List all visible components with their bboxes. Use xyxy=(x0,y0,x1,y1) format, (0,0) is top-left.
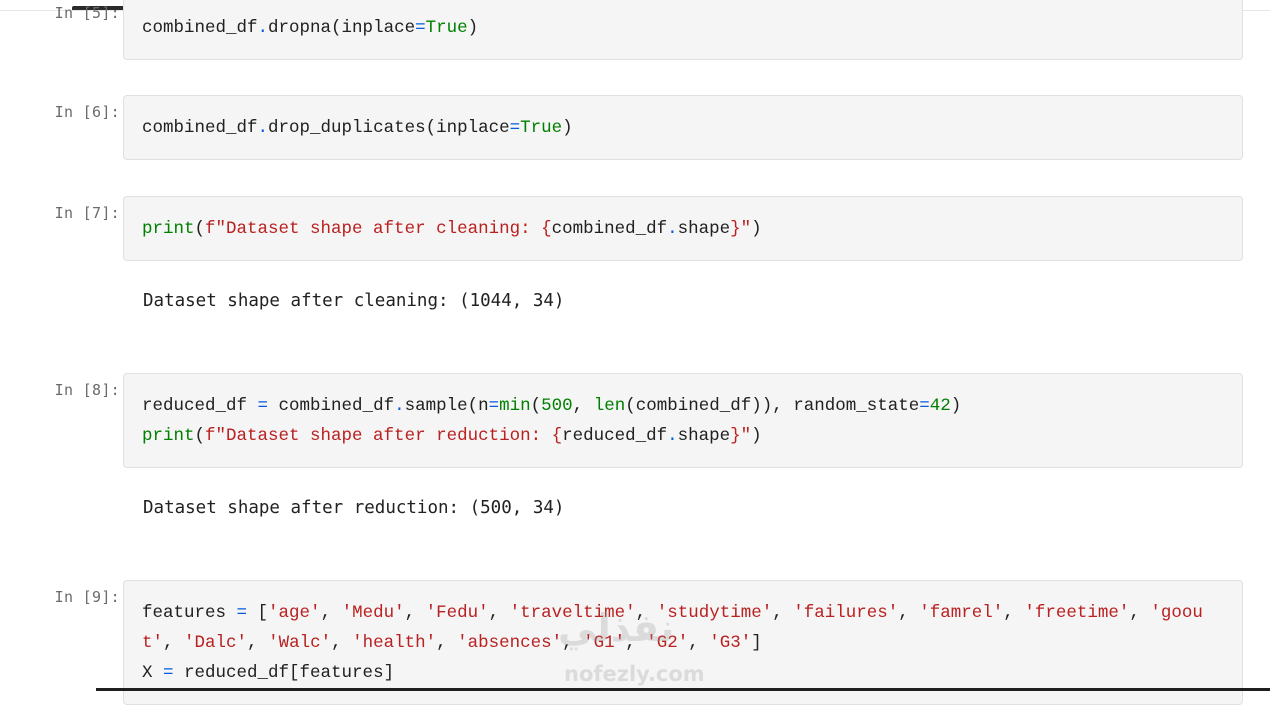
code-token: }" xyxy=(730,219,752,239)
code-token: = xyxy=(919,396,930,416)
code-token: , xyxy=(436,633,458,653)
code-token: combined_df xyxy=(142,118,258,138)
code-token: = xyxy=(488,396,500,416)
code-token: , xyxy=(1003,603,1025,623)
code-block[interactable]: features = ['age', 'Medu', 'Fedu', 'trav… xyxy=(142,598,1203,688)
code-token: = xyxy=(163,663,174,683)
code-token: ] xyxy=(751,633,762,653)
code-cell[interactable]: features = ['age', 'Medu', 'Fedu', 'trav… xyxy=(123,580,1243,705)
code-token: reduced_df[features] xyxy=(173,663,395,683)
code-token: 'goou xyxy=(1150,603,1203,623)
code-token: len xyxy=(593,396,626,416)
code-token: True xyxy=(425,18,468,38)
code-token: X xyxy=(142,663,164,683)
cell-prompt: In [6]: xyxy=(54,103,120,121)
code-token: ) xyxy=(467,18,479,38)
code-token: ) xyxy=(950,396,962,416)
code-token: , xyxy=(625,633,647,653)
code-token: 'studytime' xyxy=(656,603,773,623)
code-token: min xyxy=(499,396,531,416)
code-block[interactable]: combined_df.dropna(inplace=True) xyxy=(142,13,478,43)
code-token: ( xyxy=(194,426,206,446)
code-token: ) xyxy=(751,219,762,239)
code-token: . xyxy=(257,18,269,38)
code-token: , xyxy=(404,603,426,623)
code-token: reduced_df xyxy=(142,396,258,416)
cell-output: Dataset shape after cleaning: (1044, 34) xyxy=(143,291,565,311)
code-token: 500 xyxy=(541,396,573,416)
code-token: 'G2' xyxy=(646,633,689,653)
code-token: ) xyxy=(751,426,762,446)
code-token: . xyxy=(667,219,678,239)
code-token: t' xyxy=(142,633,164,653)
code-token: , xyxy=(635,603,657,623)
code-token: , xyxy=(898,603,920,623)
code-token: , xyxy=(688,633,710,653)
code-token: 'traveltime' xyxy=(509,603,636,623)
code-token: [ xyxy=(247,603,269,623)
code-token: . xyxy=(667,426,678,446)
code-block[interactable]: print(f"Dataset shape after cleaning: {c… xyxy=(142,214,762,244)
code-token: , xyxy=(247,633,269,653)
cell-prompt: In [8]: xyxy=(54,381,120,399)
code-token: reduced_df xyxy=(562,426,668,446)
cell-prompt: In [5]: xyxy=(54,4,120,22)
cell-prompt: In [7]: xyxy=(54,204,120,222)
code-token: ) xyxy=(562,118,573,138)
code-token: , xyxy=(163,633,185,653)
code-token: ( xyxy=(530,396,542,416)
code-token: f"Dataset shape after cleaning: { xyxy=(205,219,552,239)
code-cell[interactable]: reduced_df = combined_df.sample(n=min(50… xyxy=(123,373,1243,468)
code-token: , xyxy=(488,603,510,623)
code-token: , xyxy=(1129,603,1151,623)
code-token: combined_df xyxy=(551,219,668,239)
code-token: 'absences' xyxy=(457,633,563,653)
code-token: 'G1' xyxy=(583,633,626,653)
code-token: = xyxy=(509,118,521,138)
code-token: True xyxy=(520,118,563,138)
code-token: 'age' xyxy=(268,603,321,623)
code-token: print xyxy=(142,426,195,446)
code-token: 'freetime' xyxy=(1024,603,1130,623)
code-token: , xyxy=(572,396,594,416)
code-token: drop_duplicates(inplace xyxy=(268,118,510,138)
code-token: (combined_df)), random_state xyxy=(625,396,920,416)
code-token: shape xyxy=(677,219,731,239)
code-token: 'Fedu' xyxy=(425,603,489,623)
code-token: . xyxy=(257,118,269,138)
code-token: features xyxy=(142,603,237,623)
code-token: print xyxy=(142,219,195,239)
code-token: = xyxy=(257,396,269,416)
code-token: f"Dataset shape after reduction: { xyxy=(205,426,563,446)
code-token: 'famrel' xyxy=(919,603,1004,623)
code-token: shape xyxy=(677,426,731,446)
cell-prompt: In [9]: xyxy=(54,588,120,606)
code-cell[interactable]: combined_df.drop_duplicates(inplace=True… xyxy=(123,95,1243,160)
code-token: }" xyxy=(730,426,752,446)
code-cell[interactable]: print(f"Dataset shape after cleaning: {c… xyxy=(123,196,1243,261)
code-block[interactable]: reduced_df = combined_df.sample(n=min(50… xyxy=(142,391,961,451)
code-token: combined_df xyxy=(268,396,395,416)
code-token: dropna(inplace xyxy=(268,18,416,38)
code-block[interactable]: combined_df.drop_duplicates(inplace=True… xyxy=(142,113,573,143)
code-token: 42 xyxy=(929,396,951,416)
code-token: 'Medu' xyxy=(341,603,405,623)
code-token: combined_df xyxy=(142,18,258,38)
code-token: sample(n xyxy=(404,396,489,416)
code-token: . xyxy=(394,396,405,416)
code-token: , xyxy=(331,633,353,653)
code-token: , xyxy=(772,603,794,623)
code-token: , xyxy=(320,603,342,623)
code-token: = xyxy=(236,603,248,623)
cell-output: Dataset shape after reduction: (500, 34) xyxy=(143,498,565,518)
code-token: , xyxy=(562,633,584,653)
code-cell[interactable]: combined_df.dropna(inplace=True) xyxy=(123,0,1243,60)
code-token: 'health' xyxy=(352,633,437,653)
code-token: 'G3' xyxy=(709,633,752,653)
code-token: 'Walc' xyxy=(268,633,332,653)
code-token: = xyxy=(415,18,426,38)
code-token: 'failures' xyxy=(793,603,899,623)
code-token: ( xyxy=(194,219,206,239)
code-token: 'Dalc' xyxy=(184,633,248,653)
